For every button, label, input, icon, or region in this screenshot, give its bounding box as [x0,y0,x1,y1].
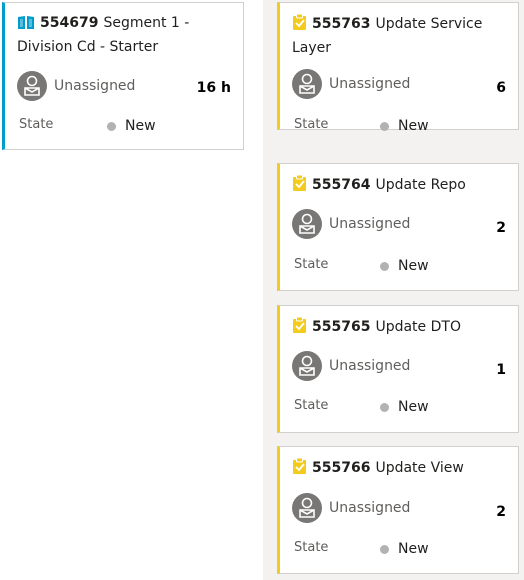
task-clipboard-icon [292,13,307,38]
work-item-title[interactable]: Update Repo [375,177,465,193]
user-avatar-icon [292,69,322,99]
work-item-title[interactable]: Update View [375,460,463,476]
task-card[interactable]: 555766 Update View Unassigned 2 State New [277,446,519,574]
state-value: New [398,258,429,274]
assignee[interactable]: Unassigned [292,68,410,100]
state-field[interactable]: New [380,399,429,415]
work-item-id: 555764 [312,177,371,193]
book-icon [17,15,35,37]
state-field[interactable]: New [380,118,429,134]
work-item-id: 555763 [312,16,371,32]
state-field[interactable]: New [107,118,156,134]
state-field[interactable]: New [380,258,429,274]
task-clipboard-icon [292,316,307,341]
task-clipboard-icon [292,457,307,482]
assignee[interactable]: Unassigned [17,70,135,102]
card-title[interactable]: 555763 Update Service Layer [292,13,502,59]
state-new-dot-icon [107,121,116,131]
state-value: New [398,541,429,557]
card-title[interactable]: 555765 Update DTO [292,316,502,341]
work-item-id: 555766 [312,460,371,476]
state-new-dot-icon [380,544,389,554]
work-item-id: 554679 [40,15,99,31]
user-avatar-icon [292,493,322,523]
state-label: State [19,117,54,132]
state-value: New [398,399,429,415]
task-card[interactable]: 555764 Update Repo Unassigned 2 State New [277,163,519,291]
work-item-id: 555765 [312,319,371,335]
remaining-work: 1 [496,362,506,378]
card-title[interactable]: 555764 Update Repo [292,174,502,199]
assignee[interactable]: Unassigned [292,350,410,382]
state-new-dot-icon [380,402,389,412]
task-clipboard-icon [292,174,307,199]
remaining-work: 2 [496,220,506,236]
task-card[interactable]: 555765 Update DTO Unassigned 1 State New [277,305,519,433]
user-avatar-icon [292,351,322,381]
user-avatar-icon [17,71,47,101]
state-label: State [294,540,329,555]
state-label: State [294,398,329,413]
remaining-work: 2 [496,504,506,520]
user-avatar-icon [292,209,322,239]
assignee-name: Unassigned [329,500,411,516]
state-value: New [125,118,156,134]
remaining-work: 16 h [196,80,231,96]
assignee-name: Unassigned [329,216,411,232]
state-label: State [294,257,329,272]
remaining-work: 6 [496,80,506,96]
assignee-name: Unassigned [54,78,136,94]
assignee[interactable]: Unassigned [292,492,410,524]
story-card[interactable]: 554679 Segment 1 - Division Cd - Starter … [2,2,244,150]
work-item-title[interactable]: Update DTO [375,319,461,335]
card-title[interactable]: 555766 Update View [292,457,502,482]
state-new-dot-icon [380,121,389,131]
card-title[interactable]: 554679 Segment 1 - Division Cd - Starter [17,13,227,58]
assignee-name: Unassigned [329,76,411,92]
assignee[interactable]: Unassigned [292,208,410,240]
task-card[interactable]: 555763 Update Service Layer Unassigned 6 … [277,2,519,134]
state-value: New [398,118,429,134]
assignee-name: Unassigned [329,358,411,374]
state-field[interactable]: New [380,541,429,557]
state-new-dot-icon [380,261,389,271]
state-label: State [294,117,329,132]
